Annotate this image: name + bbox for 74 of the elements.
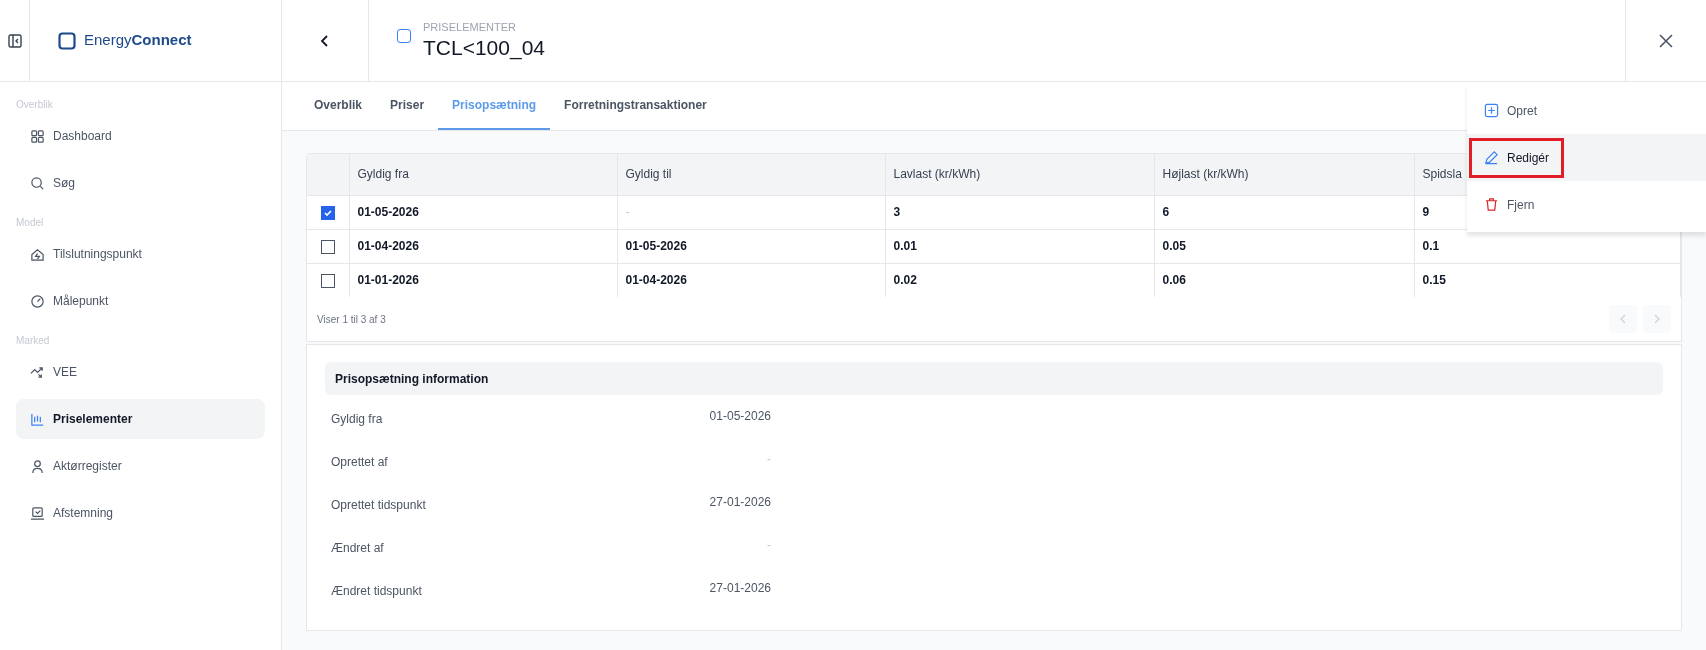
nav-icon xyxy=(30,246,45,262)
tab[interactable]: Overblik xyxy=(300,82,377,130)
menu-item[interactable]: Fjern xyxy=(1469,184,1550,225)
column-header: Gyldig fra xyxy=(357,167,409,182)
table-cell: 01-04-2026 xyxy=(357,239,419,253)
checkbox[interactable] xyxy=(397,28,411,43)
table-cell: 01-04-2026 xyxy=(625,273,687,288)
sidebar-item[interactable]: Målepunkt xyxy=(16,281,265,321)
nav-icon xyxy=(30,175,45,191)
pagination-info: Viser 1 til 3 af 3 xyxy=(317,312,386,327)
check-icon xyxy=(322,207,333,218)
sidebar-item[interactable]: Priselementer xyxy=(16,399,265,439)
tab[interactable]: Forretningstransaktioner xyxy=(550,82,721,130)
nav-icon xyxy=(30,364,45,380)
table-cell: 0.15 xyxy=(1422,273,1446,288)
chevron-right-icon xyxy=(1653,314,1661,324)
table-cell: 01-05-2026 xyxy=(357,205,419,219)
page-title: TCL<100_04 xyxy=(423,34,545,62)
column-header: Spidsla xyxy=(1422,167,1462,182)
close-icon xyxy=(1658,32,1674,49)
sidebar-item[interactable]: VEE xyxy=(16,352,265,392)
section-label: Marked xyxy=(16,333,51,348)
row-checkbox[interactable] xyxy=(320,205,335,220)
field-value: - xyxy=(766,451,771,468)
field-value: 27-01-2026 xyxy=(708,580,771,597)
table-cell: - xyxy=(625,205,630,219)
table-cell: 9 xyxy=(1422,205,1430,219)
nav-icon xyxy=(30,411,45,427)
sidebar-toggle-icon[interactable] xyxy=(7,33,22,48)
table-cell: 0.01 xyxy=(893,239,917,253)
sidebar-item[interactable]: Søg xyxy=(16,163,265,203)
section-header: Prisopsætning information xyxy=(325,362,1663,395)
add-icon xyxy=(1484,103,1499,118)
menu-item[interactable]: Redigér xyxy=(1469,137,1565,178)
sidebar-item[interactable]: Tilslutningspunkt xyxy=(16,234,265,274)
table-cell: 01-05-2026 xyxy=(625,239,687,253)
nav-icon xyxy=(30,458,45,474)
field-value: - xyxy=(766,537,771,554)
table-cell: 0.1 xyxy=(1422,239,1440,253)
sidebar-item[interactable]: Aktørregister xyxy=(16,446,265,486)
field-value: 27-01-2026 xyxy=(708,494,771,511)
pencil-icon xyxy=(1484,150,1499,165)
trash-icon xyxy=(1484,197,1499,212)
sidebar-item[interactable]: Dashboard xyxy=(16,116,265,156)
field-label: Ændret af xyxy=(331,540,385,557)
table-cell: 0.02 xyxy=(893,273,917,288)
menu-item[interactable]: Opret xyxy=(1469,90,1552,131)
sidebar-item[interactable]: Afstemning xyxy=(16,493,265,533)
row-checkbox[interactable] xyxy=(320,239,335,254)
table-cell: 0.05 xyxy=(1162,239,1186,253)
table-cell: 01-01-2026 xyxy=(357,273,419,288)
chevron-left-icon xyxy=(1619,314,1627,324)
section-label: Model xyxy=(16,215,45,230)
field-label: Ændret tidspunkt xyxy=(331,583,423,600)
tab[interactable]: Priser xyxy=(376,82,439,130)
nav-icon xyxy=(30,128,45,144)
table-cell: 3 xyxy=(893,205,901,219)
nav-icon xyxy=(30,293,45,309)
nav-icon xyxy=(30,505,45,521)
breadcrumb: PRISELEMENTER xyxy=(423,19,517,34)
column-header: Gyldig til xyxy=(625,167,672,182)
field-label: Oprettet tidspunkt xyxy=(331,497,427,514)
brand-name: EnergyConnect xyxy=(84,30,192,51)
logo-icon xyxy=(58,31,76,50)
table-cell: 6 xyxy=(1162,205,1170,219)
field-label: Oprettet af xyxy=(331,454,389,471)
row-checkbox[interactable] xyxy=(320,274,335,289)
field-label: Gyldig fra xyxy=(331,411,384,428)
column-header: Lavlast (kr/kWh) xyxy=(893,167,981,182)
field-value: 01-05-2026 xyxy=(708,408,771,425)
section-label: Overblik xyxy=(16,97,54,112)
column-header: Højlast (kr/kWh) xyxy=(1162,167,1249,182)
chevron-left-icon xyxy=(319,33,331,48)
table-cell: 0.06 xyxy=(1162,273,1186,288)
